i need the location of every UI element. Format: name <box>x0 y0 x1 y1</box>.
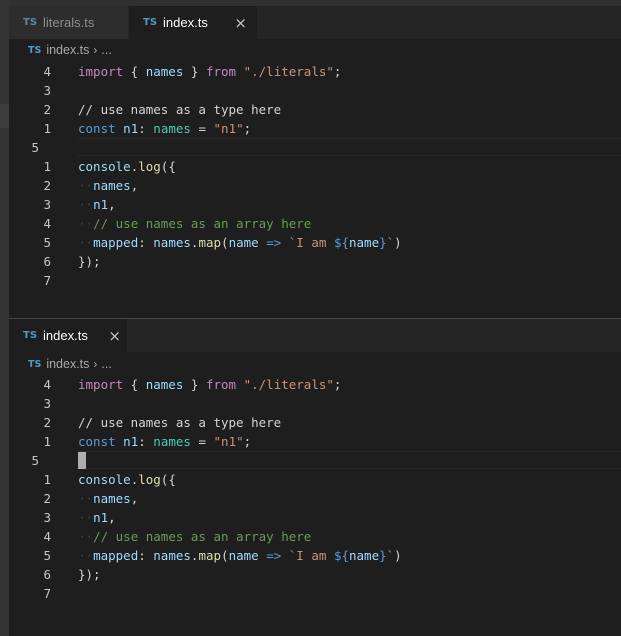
line-number: 1 <box>43 434 51 449</box>
line-text: const n1: names = "n1"; <box>78 434 252 449</box>
tab-index[interactable]: TS index.ts × <box>129 6 257 39</box>
chevron-right-icon: › <box>93 357 98 371</box>
typescript-icon: TS <box>23 330 38 341</box>
line-text: ··mapped: names.map(name => `I am ${name… <box>78 235 402 250</box>
line-text: }); <box>78 567 101 582</box>
code-editor-top[interactable]: 4 import { names } from "./literals"; 3 … <box>9 62 621 290</box>
code-line: 1 console.log({ <box>9 470 621 489</box>
current-line-highlight <box>78 138 621 156</box>
close-icon[interactable]: × <box>108 327 121 345</box>
code-line: 3 ··n1, <box>9 195 621 214</box>
code-line: 6 }); <box>9 252 621 271</box>
line-text: console.log({ <box>78 159 176 174</box>
line-text: import { names } from "./literals"; <box>78 64 342 79</box>
typescript-icon: TS <box>23 17 38 28</box>
line-text: ··n1, <box>78 510 116 525</box>
tab-bar-bottom: TS index.ts × <box>9 319 621 352</box>
line-number: 4 <box>43 64 51 79</box>
line-text: // use names as a type here <box>78 102 282 117</box>
line-number: 6 <box>43 254 51 269</box>
line-number: 3 <box>43 197 51 212</box>
line-text: ··// use names as an array here <box>78 216 312 231</box>
code-line: 4 import { names } from "./literals"; <box>9 375 621 394</box>
line-text: ··names, <box>78 178 139 193</box>
line-text: import { names } from "./literals"; <box>78 377 342 392</box>
line-number: 1 <box>43 472 51 487</box>
code-line: 6 }); <box>9 565 621 584</box>
line-number: 3 <box>43 510 51 525</box>
line-number: 5 <box>43 235 51 250</box>
strip-marker <box>0 104 9 128</box>
line-text: ··// use names as an array here <box>78 529 312 544</box>
line-number: 3 <box>43 396 51 411</box>
code-line: 5 ··mapped: names.map(name => `I am ${na… <box>9 546 621 565</box>
line-number: 7 <box>43 586 51 601</box>
code-line: 2 // use names as a type here <box>9 413 621 432</box>
tab-label: index.ts <box>43 328 88 343</box>
code-line: 5 ··mapped: names.map(name => `I am ${na… <box>9 233 621 252</box>
editor-group-bottom: TS index.ts × TS index.ts › ... 4 import… <box>9 319 621 636</box>
code-line: 1 const n1: names = "n1"; <box>9 119 621 138</box>
breadcrumb-symbols[interactable]: ... <box>101 43 111 57</box>
text-cursor <box>78 452 86 469</box>
line-number: 5 <box>31 140 39 155</box>
code-editor-bottom[interactable]: 4 import { names } from "./literals"; 3 … <box>9 375 621 603</box>
breadcrumb: TS index.ts › ... <box>9 353 621 375</box>
line-text: ··mapped: names.map(name => `I am ${name… <box>78 548 402 563</box>
line-number: 6 <box>43 567 51 582</box>
line-number: 4 <box>43 529 51 544</box>
code-line: 3 ··n1, <box>9 508 621 527</box>
code-line: 2 ··names, <box>9 489 621 508</box>
typescript-icon: TS <box>28 358 42 370</box>
line-number: 4 <box>43 377 51 392</box>
line-number: 5 <box>43 548 51 563</box>
code-line: 2 ··names, <box>9 176 621 195</box>
line-number: 2 <box>43 178 51 193</box>
activity-strip <box>0 0 9 636</box>
line-number: 5 <box>31 453 39 468</box>
code-line-current: 5 <box>9 138 621 157</box>
typescript-icon: TS <box>28 44 42 56</box>
close-icon[interactable]: × <box>234 14 247 32</box>
code-line-current: 5 <box>9 451 621 470</box>
code-line: 3 <box>9 81 621 100</box>
breadcrumb-file[interactable]: index.ts <box>46 357 89 371</box>
code-line: 7 <box>9 271 621 290</box>
tab-literals[interactable]: TS literals.ts <box>9 6 128 39</box>
chevron-right-icon: › <box>93 43 98 57</box>
breadcrumb: TS index.ts › ... <box>9 39 621 61</box>
line-number: 1 <box>43 121 51 136</box>
current-line-highlight <box>78 451 621 469</box>
code-line: 4 ··// use names as an array here <box>9 214 621 233</box>
line-number: 3 <box>43 83 51 98</box>
line-text: const n1: names = "n1"; <box>78 121 252 136</box>
line-text: console.log({ <box>78 472 176 487</box>
breadcrumb-file[interactable]: index.ts <box>46 43 89 57</box>
typescript-icon: TS <box>143 17 158 28</box>
tab-index[interactable]: TS index.ts × <box>9 319 127 352</box>
tab-bar-top: TS literals.ts TS index.ts × <box>9 0 621 39</box>
line-text: ··n1, <box>78 197 116 212</box>
editor-group-top: TS literals.ts TS index.ts × TS index.ts… <box>9 0 621 318</box>
code-line: 3 <box>9 394 621 413</box>
code-line: 4 import { names } from "./literals"; <box>9 62 621 81</box>
breadcrumb-symbols[interactable]: ... <box>101 357 111 371</box>
code-line: 1 console.log({ <box>9 157 621 176</box>
line-number: 2 <box>43 102 51 117</box>
line-text: // use names as a type here <box>78 415 282 430</box>
line-text: ··names, <box>78 491 139 506</box>
tab-label: index.ts <box>163 15 208 30</box>
line-text: }); <box>78 254 101 269</box>
code-line: 7 <box>9 584 621 603</box>
code-line: 4 ··// use names as an array here <box>9 527 621 546</box>
line-number: 2 <box>43 415 51 430</box>
line-number: 4 <box>43 216 51 231</box>
tab-label: literals.ts <box>43 15 95 30</box>
code-line: 2 // use names as a type here <box>9 100 621 119</box>
line-number: 1 <box>43 159 51 174</box>
code-line: 1 const n1: names = "n1"; <box>9 432 621 451</box>
line-number: 2 <box>43 491 51 506</box>
line-number: 7 <box>43 273 51 288</box>
